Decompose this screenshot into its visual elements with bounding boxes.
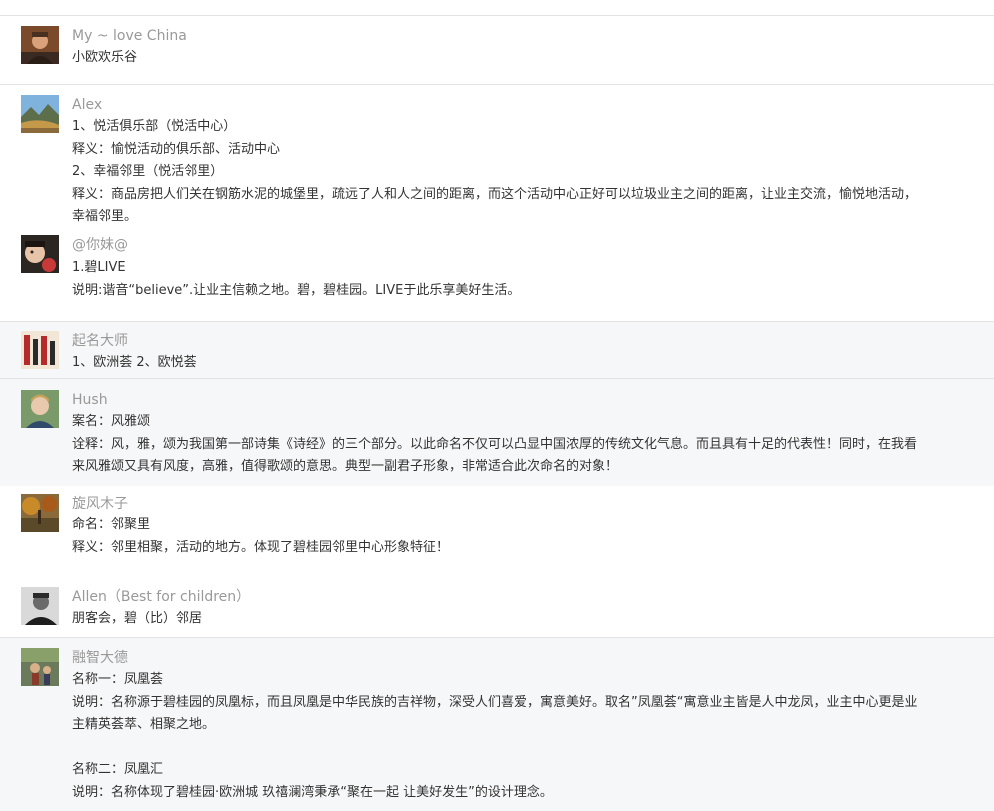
comment-line: 案名：风雅颂 bbox=[72, 414, 151, 429]
comment-line: 说明：名称源于碧桂园的凤凰标，而且凤凰是中华民族的吉祥物，深受人们喜爱，寓意美好… bbox=[72, 694, 918, 710]
user-name[interactable]: My ~ love China bbox=[72, 26, 187, 46]
comment-body: 名称一：凤凰荟 说明：名称源于碧桂园的凤凰标，而且凤凰是中华民族的吉祥物，深受人… bbox=[72, 669, 984, 805]
comment-line: 名称一：凤凰荟 bbox=[72, 672, 164, 687]
avatar-image-icon bbox=[21, 331, 59, 369]
comment-item: @你妹@ 1.碧LIVE 说明:谐音“believe”.让业主信赖之地。碧，碧桂… bbox=[0, 226, 994, 321]
comment-item: My ~ love China 小欧欢乐谷 bbox=[0, 16, 994, 84]
comment-line: 主精英荟萃、相聚之地。 bbox=[72, 717, 216, 733]
user-name[interactable]: Allen（Best for children） bbox=[72, 587, 250, 607]
comment-line: 来风雅颂又具有风度，高雅，值得歌颂的意思。典型一副君子形象，非常适合此次命名的对… bbox=[72, 459, 619, 475]
comment-line: 1.碧LIVE bbox=[72, 260, 126, 275]
comment-line: 小欧欢乐谷 bbox=[72, 50, 138, 65]
user-avatar[interactable] bbox=[21, 648, 59, 686]
comment-feed: My ~ love China 小欧欢乐谷 Alex 1、悦活俱乐部（悦活中心）… bbox=[0, 0, 994, 811]
comment-line: 朋客会，碧（比）邻居 bbox=[72, 611, 203, 626]
avatar-image-icon bbox=[21, 390, 59, 428]
comment-item: 旋风木子 命名：邻聚里 释义：邻里相聚，活动的地方。体现了碧桂园邻里中心形象特征… bbox=[0, 486, 994, 576]
comment-item: Allen（Best for children） 朋客会，碧（比）邻居 bbox=[0, 576, 994, 637]
comment-body: 1、欧洲荟 2、欧悦荟 bbox=[72, 352, 984, 375]
user-avatar[interactable] bbox=[21, 235, 59, 273]
user-avatar[interactable] bbox=[21, 587, 59, 625]
comment-body: 1、悦活俱乐部（悦活中心） 释义：愉悦活动的俱乐部、活动中心 2、幸福邻里（悦活… bbox=[72, 116, 984, 229]
comment-body: 朋客会，碧（比）邻居 bbox=[72, 608, 984, 631]
user-name[interactable]: 融智大德 bbox=[72, 648, 128, 668]
comment-line: 说明:谐音“believe”.让业主信赖之地。碧，碧桂园。LIVE于此乐享美好生… bbox=[72, 282, 521, 298]
user-name[interactable]: Hush bbox=[72, 390, 108, 410]
user-avatar[interactable] bbox=[21, 494, 59, 532]
comment-line: 命名：邻聚里 bbox=[72, 517, 151, 532]
comment-item: Alex 1、悦活俱乐部（悦活中心） 释义：愉悦活动的俱乐部、活动中心 2、幸福… bbox=[0, 84, 994, 226]
comment-line: 1、悦活俱乐部（悦活中心） bbox=[72, 119, 237, 134]
user-avatar[interactable] bbox=[21, 26, 59, 64]
comment-item: 融智大德 名称一：凤凰荟 说明：名称源于碧桂园的凤凰标，而且凤凰是中华民族的吉祥… bbox=[0, 637, 994, 811]
avatar-image-icon bbox=[21, 648, 59, 686]
user-avatar[interactable] bbox=[21, 331, 59, 369]
comment-line: 名称二：凤凰汇 bbox=[72, 762, 164, 778]
comment-body: 小欧欢乐谷 bbox=[72, 47, 984, 70]
comment-line: 释义：邻里相聚，活动的地方。体现了碧桂园邻里中心形象特征！ bbox=[72, 539, 450, 555]
avatar-image-icon bbox=[21, 95, 59, 133]
avatar-image-icon bbox=[21, 235, 59, 273]
avatar-image-icon bbox=[21, 494, 59, 532]
comment-body: 1.碧LIVE 说明:谐音“believe”.让业主信赖之地。碧，碧桂园。LIV… bbox=[72, 257, 984, 302]
user-name[interactable]: 旋风木子 bbox=[72, 494, 128, 514]
comment-blank-line bbox=[72, 737, 984, 760]
comment-line: 诠释：风，雅，颂为我国第一部诗集《诗经》的三个部分。以此命名不仅可以凸显中国浓厚… bbox=[72, 436, 918, 452]
user-avatar[interactable] bbox=[21, 95, 59, 133]
comment-body: 案名：风雅颂 诠释：风，雅，颂为我国第一部诗集《诗经》的三个部分。以此命名不仅可… bbox=[72, 411, 984, 479]
comment-line: 说明：名称体现了碧桂园·欧洲城 玖禧澜湾秉承“聚在一起 让美好发生”的设计理念。 bbox=[72, 784, 553, 800]
avatar-image-icon bbox=[21, 26, 59, 64]
user-name[interactable]: 起名大师 bbox=[72, 331, 128, 351]
comment-line: 1、欧洲荟 2、欧悦荟 bbox=[72, 355, 197, 370]
comment-line: 释义：商品房把人们关在钢筋水泥的城堡里，疏远了人和人之间的距离，而这个活动中心正… bbox=[72, 186, 918, 202]
comment-line: 释义：愉悦活动的俱乐部、活动中心 bbox=[72, 141, 281, 157]
user-avatar[interactable] bbox=[21, 390, 59, 428]
user-name[interactable]: Alex bbox=[72, 95, 102, 115]
avatar-image-icon bbox=[21, 587, 59, 625]
user-name[interactable]: @你妹@ bbox=[72, 235, 128, 255]
comment-line: 2、幸福邻里（悦活邻里） bbox=[72, 164, 224, 180]
comment-item: 起名大师 1、欧洲荟 2、欧悦荟 bbox=[0, 321, 994, 378]
comment-item: Hush 案名：风雅颂 诠释：风，雅，颂为我国第一部诗集《诗经》的三个部分。以此… bbox=[0, 378, 994, 486]
comment-body: 命名：邻聚里 释义：邻里相聚，活动的地方。体现了碧桂园邻里中心形象特征！ bbox=[72, 514, 984, 559]
